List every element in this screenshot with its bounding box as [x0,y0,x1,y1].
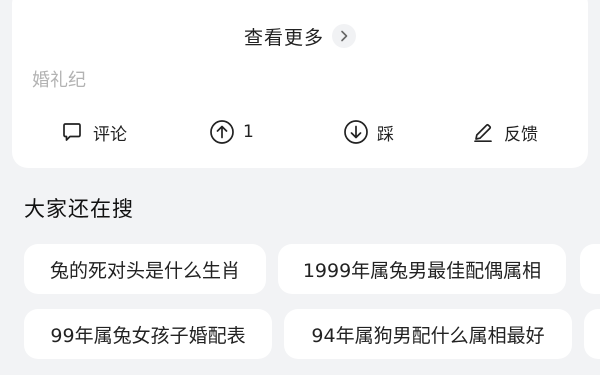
downvote-icon [343,119,369,145]
upvote-button[interactable]: 1 [209,110,254,154]
comment-button[interactable]: 评论 [59,110,127,154]
source-label: 婚礼纪 [32,70,86,91]
related-search-chip-partial[interactable] [584,309,600,359]
comment-icon [59,119,85,145]
chevron-right-icon [332,24,356,48]
related-searches-title: 大家还在搜 [24,197,134,221]
feedback-button[interactable]: 反馈 [470,110,538,154]
action-bar: 评论 1 踩 反馈 [12,110,588,154]
downvote-button[interactable]: 踩 [343,110,394,154]
feedback-label: 反馈 [504,124,538,145]
related-search-chip[interactable]: 1999年属兔男最佳配偶属相 [278,244,566,294]
see-more-button[interactable]: 查看更多 [12,12,588,60]
feedback-icon [470,119,496,145]
related-search-chip[interactable]: 99年属兔女孩子婚配表 [24,309,272,359]
related-search-chip[interactable]: 94年属狗男配什么属相最好 [284,309,572,359]
result-card: 查看更多 婚礼纪 评论 1 踩 反馈 [12,0,588,168]
related-search-chip[interactable]: 兔的死对头是什么生肖 [24,244,266,294]
upvote-count: 1 [243,122,254,142]
comment-label: 评论 [93,124,127,145]
see-more-label: 查看更多 [243,26,324,49]
related-search-chip-partial[interactable] [580,244,600,294]
downvote-label: 踩 [377,124,394,145]
upvote-icon [209,119,235,145]
